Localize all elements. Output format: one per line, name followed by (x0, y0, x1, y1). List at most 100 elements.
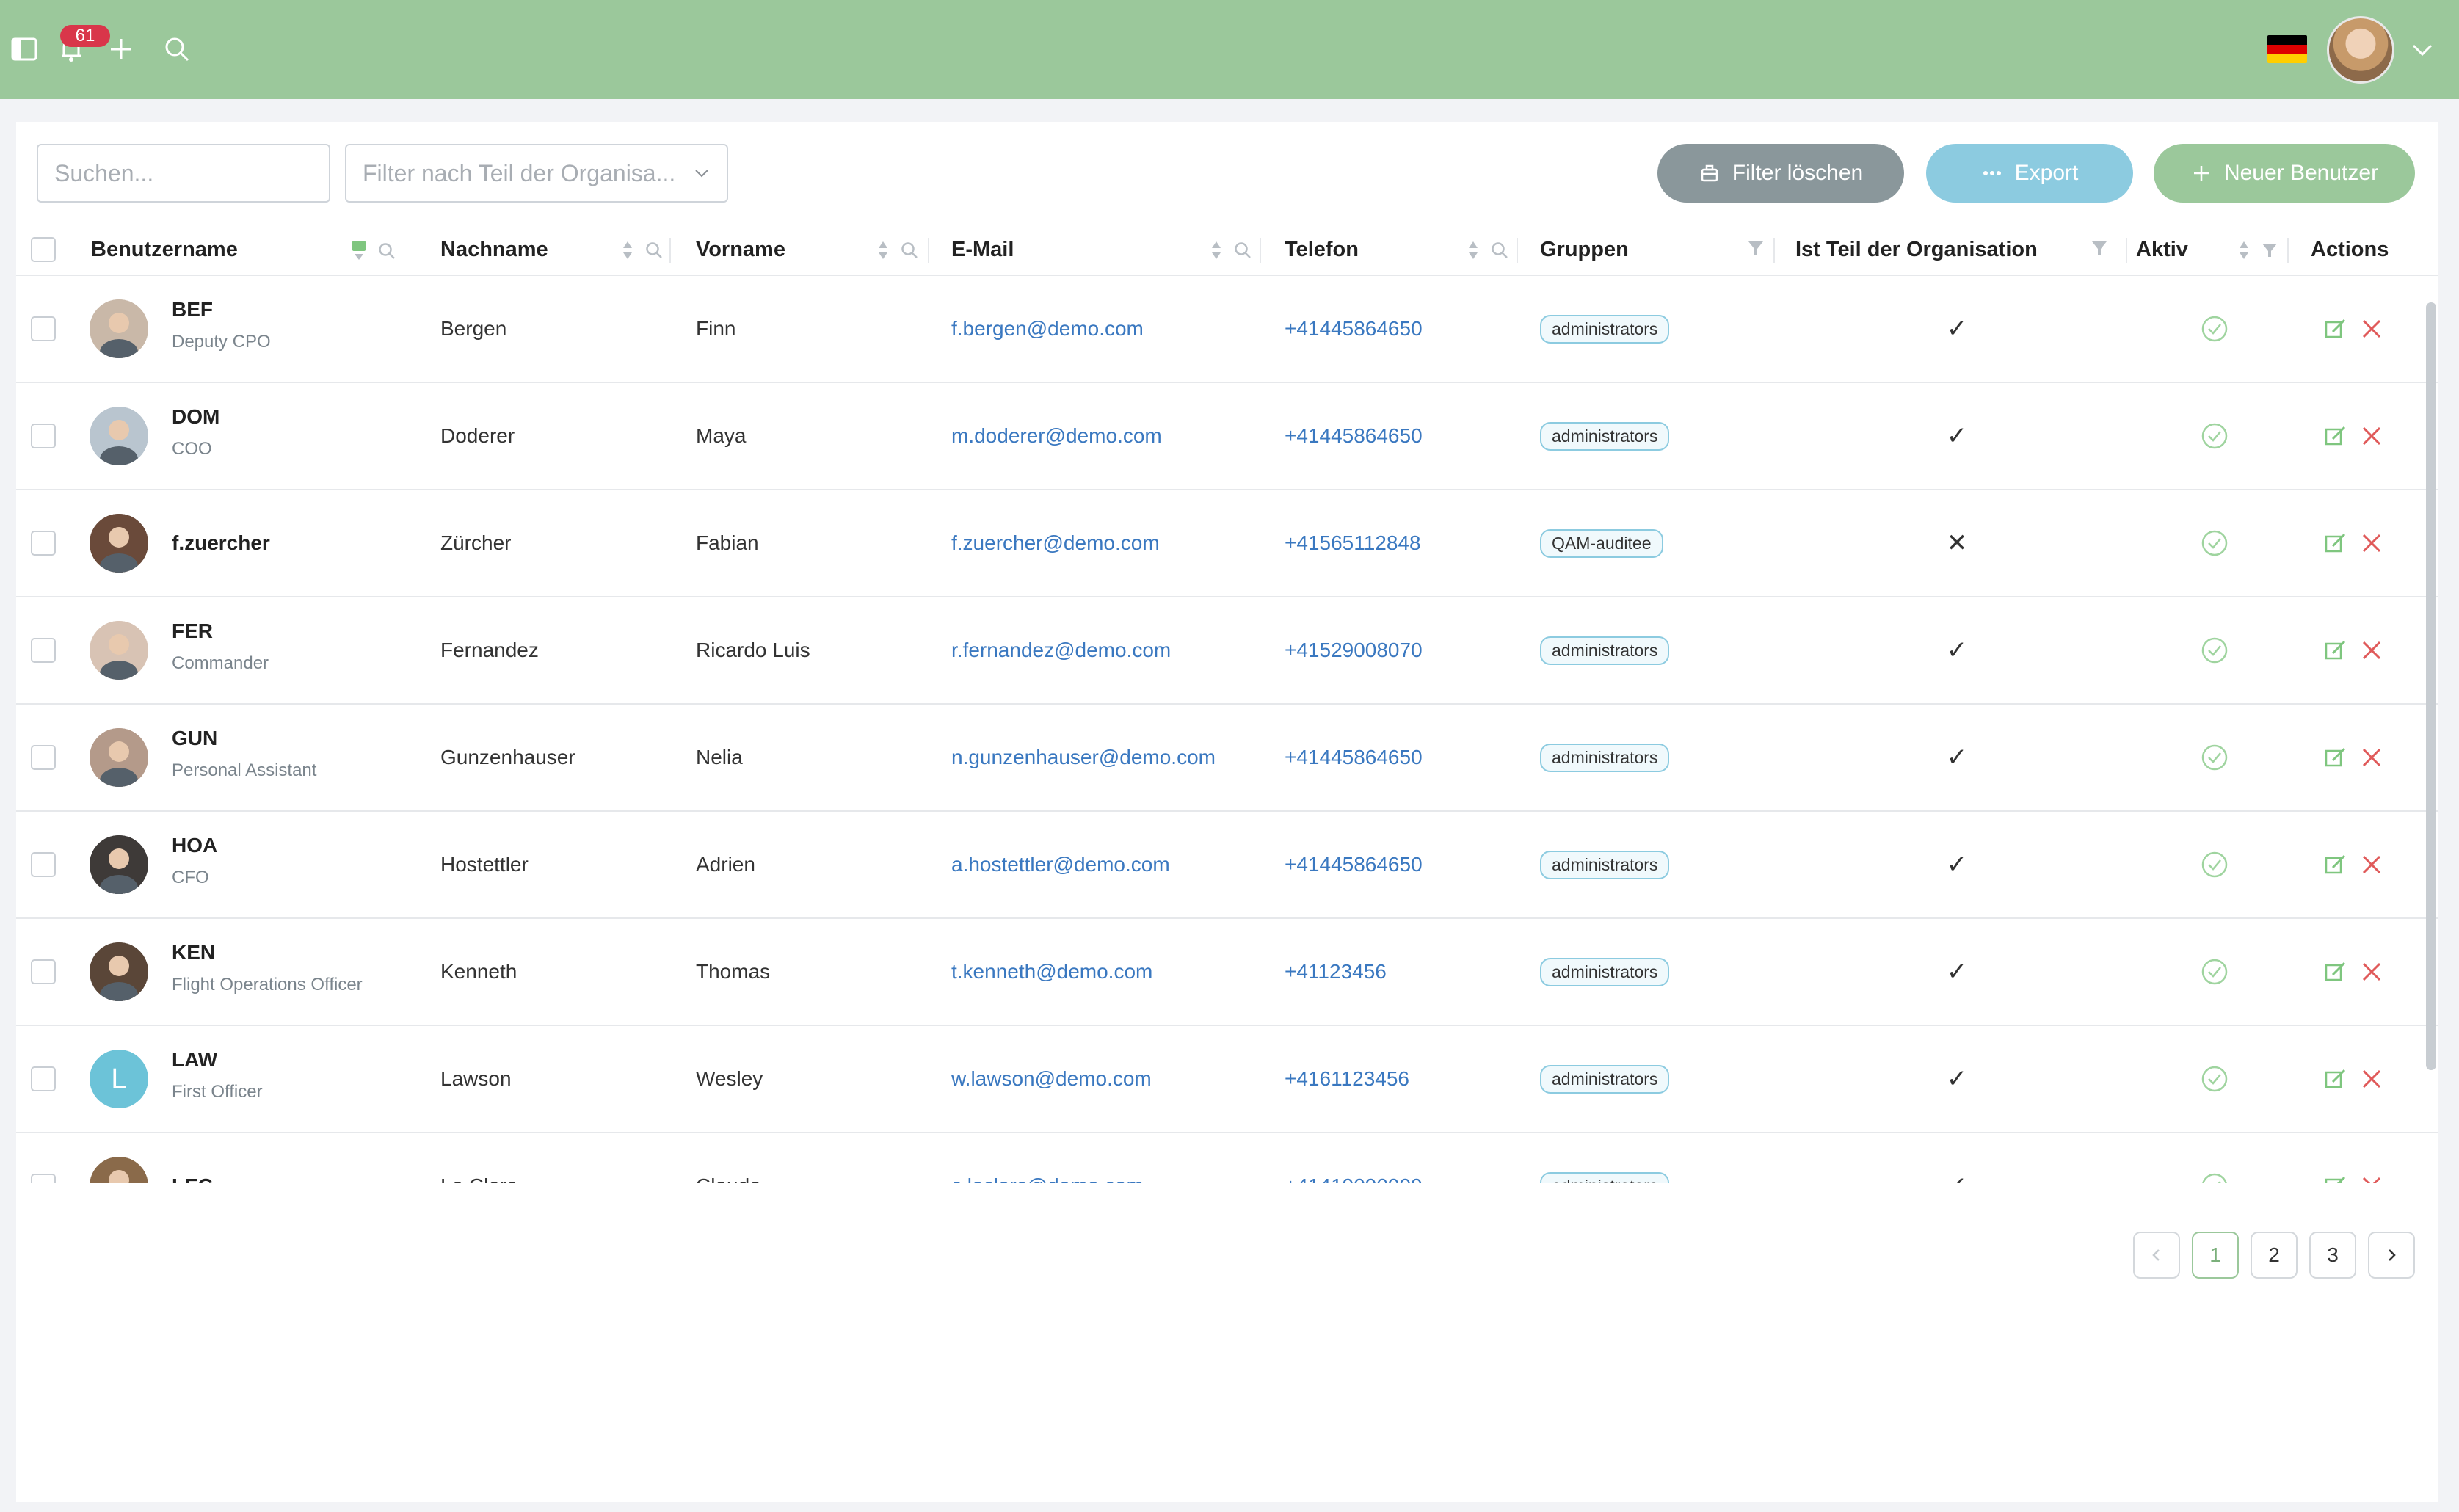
pagination-prev-button[interactable] (2133, 1232, 2180, 1279)
group-tag[interactable]: administrators (1540, 850, 1670, 879)
header-firstname[interactable]: Vorname (696, 223, 785, 276)
header-phone[interactable]: Telefon (1285, 223, 1359, 276)
edit-icon[interactable] (2324, 1133, 2347, 1183)
row-checkbox[interactable] (31, 852, 56, 877)
table-row[interactable]: f.zuercher Zürcher Fabian f.zuercher@dem… (16, 490, 2438, 597)
table-row[interactable]: HOA CFO Hostettler Adrien a.hostettler@d… (16, 812, 2438, 919)
phone-link[interactable]: +41445864650 (1285, 383, 1423, 489)
search-input[interactable] (37, 144, 330, 203)
pagination-next-button[interactable] (2368, 1232, 2415, 1279)
group-tag[interactable]: administrators (1540, 1064, 1670, 1094)
table-row[interactable]: DOM COO Doderer Maya m.doderer@demo.com … (16, 383, 2438, 490)
table-row[interactable]: LEC Le Clerc Claude c.leclerc@demo.com +… (16, 1133, 2438, 1183)
pagination-page-3[interactable]: 3 (2309, 1232, 2356, 1279)
table-row[interactable]: FER Commander Fernandez Ricardo Luis r.f… (16, 597, 2438, 705)
phone-link[interactable]: +41445864650 (1285, 812, 1423, 917)
delete-icon[interactable] (2361, 383, 2383, 489)
row-checkbox[interactable] (31, 1066, 56, 1091)
chevron-down-icon[interactable] (2409, 37, 2436, 63)
new-user-button[interactable]: Neuer Benutzer (2154, 144, 2415, 203)
phone-link[interactable]: +41565112848 (1285, 490, 1421, 596)
pagination-page-2[interactable]: 2 (2251, 1232, 2298, 1279)
table-row[interactable]: KEN Flight Operations Officer Kenneth Th… (16, 919, 2438, 1026)
sort-icon[interactable] (1210, 239, 1223, 261)
filter-icon[interactable] (1747, 239, 1765, 257)
group-tag[interactable]: administrators (1540, 957, 1670, 986)
org-filter-select[interactable]: Filter nach Teil der Organisa... (345, 144, 728, 203)
german-flag-icon[interactable] (2267, 35, 2307, 63)
filter-icon[interactable] (2261, 241, 2278, 259)
user-avatar[interactable] (2327, 16, 2394, 84)
column-search-icon[interactable] (1233, 241, 1252, 260)
sort-icon[interactable] (2237, 239, 2251, 261)
edit-icon[interactable] (2324, 705, 2347, 810)
username-text[interactable]: f.zuercher (172, 531, 270, 555)
username-text[interactable]: LAW (172, 1048, 217, 1072)
group-tag[interactable]: QAM-auditee (1540, 528, 1663, 558)
delete-icon[interactable] (2361, 1133, 2383, 1183)
username-text[interactable]: DOM (172, 405, 219, 429)
group-tag[interactable]: administrators (1540, 1171, 1670, 1183)
filter-icon[interactable] (2091, 239, 2108, 257)
edit-icon[interactable] (2324, 276, 2347, 382)
username-text[interactable]: HOA (172, 834, 217, 857)
clear-filter-button[interactable]: Filter löschen (1657, 144, 1904, 203)
row-checkbox[interactable] (31, 531, 56, 556)
sort-icon[interactable] (1467, 239, 1480, 261)
email-link[interactable]: f.bergen@demo.com (951, 276, 1144, 382)
pagination-page-1[interactable]: 1 (2192, 1232, 2239, 1279)
email-link[interactable]: r.fernandez@demo.com (951, 597, 1171, 703)
delete-icon[interactable] (2361, 490, 2383, 596)
email-link[interactable]: m.doderer@demo.com (951, 383, 1162, 489)
delete-icon[interactable] (2361, 919, 2383, 1025)
search-icon[interactable] (156, 28, 198, 70)
plus-icon[interactable] (100, 28, 142, 70)
column-search-icon[interactable] (377, 241, 396, 261)
edit-icon[interactable] (2324, 490, 2347, 596)
delete-icon[interactable] (2361, 276, 2383, 382)
group-tag[interactable]: administrators (1540, 421, 1670, 451)
column-search-icon[interactable] (900, 241, 919, 260)
header-active[interactable]: Aktiv (2136, 223, 2188, 276)
header-username[interactable]: Benutzername (91, 223, 238, 276)
delete-icon[interactable] (2361, 705, 2383, 810)
header-email[interactable]: E-Mail (951, 223, 1014, 276)
username-text[interactable]: LEC (172, 1174, 213, 1183)
phone-link[interactable]: +41445864650 (1285, 276, 1423, 382)
table-scrollbar[interactable] (2426, 302, 2436, 1070)
row-checkbox[interactable] (31, 1174, 56, 1183)
table-row[interactable]: L LAW First Officer Lawson Wesley w.laws… (16, 1026, 2438, 1133)
email-link[interactable]: f.zuercher@demo.com (951, 490, 1160, 596)
edit-icon[interactable] (2324, 383, 2347, 489)
username-text[interactable]: FER (172, 619, 213, 643)
header-lastname[interactable]: Nachname (440, 223, 548, 276)
sidebar-toggle-icon[interactable] (3, 28, 46, 70)
email-link[interactable]: n.gunzenhauser@demo.com (951, 705, 1216, 810)
sort-asc-active-icon[interactable] (351, 239, 367, 263)
delete-icon[interactable] (2361, 812, 2383, 917)
edit-icon[interactable] (2324, 812, 2347, 917)
delete-icon[interactable] (2361, 1026, 2383, 1132)
phone-link[interactable]: +41529008070 (1285, 597, 1423, 703)
delete-icon[interactable] (2361, 597, 2383, 703)
row-checkbox[interactable] (31, 959, 56, 984)
phone-link[interactable]: +41123456 (1285, 919, 1387, 1025)
email-link[interactable]: w.lawson@demo.com (951, 1026, 1152, 1132)
select-all-checkbox[interactable] (31, 237, 56, 262)
email-link[interactable]: c.leclerc@demo.com (951, 1133, 1144, 1183)
phone-link[interactable]: +41419090909 (1285, 1133, 1423, 1183)
edit-icon[interactable] (2324, 597, 2347, 703)
email-link[interactable]: a.hostettler@demo.com (951, 812, 1170, 917)
edit-icon[interactable] (2324, 1026, 2347, 1132)
row-checkbox[interactable] (31, 424, 56, 448)
username-text[interactable]: KEN (172, 941, 215, 964)
email-link[interactable]: t.kenneth@demo.com (951, 919, 1152, 1025)
sort-icon[interactable] (876, 239, 890, 261)
phone-link[interactable]: +4161123456 (1285, 1026, 1409, 1132)
table-row[interactable]: BEF Deputy CPO Bergen Finn f.bergen@demo… (16, 276, 2438, 383)
column-search-icon[interactable] (1490, 241, 1509, 260)
row-checkbox[interactable] (31, 638, 56, 663)
export-button[interactable]: Export (1926, 144, 2133, 203)
table-row[interactable]: GUN Personal Assistant Gunzenhauser Neli… (16, 705, 2438, 812)
header-groups[interactable]: Gruppen (1540, 223, 1629, 276)
